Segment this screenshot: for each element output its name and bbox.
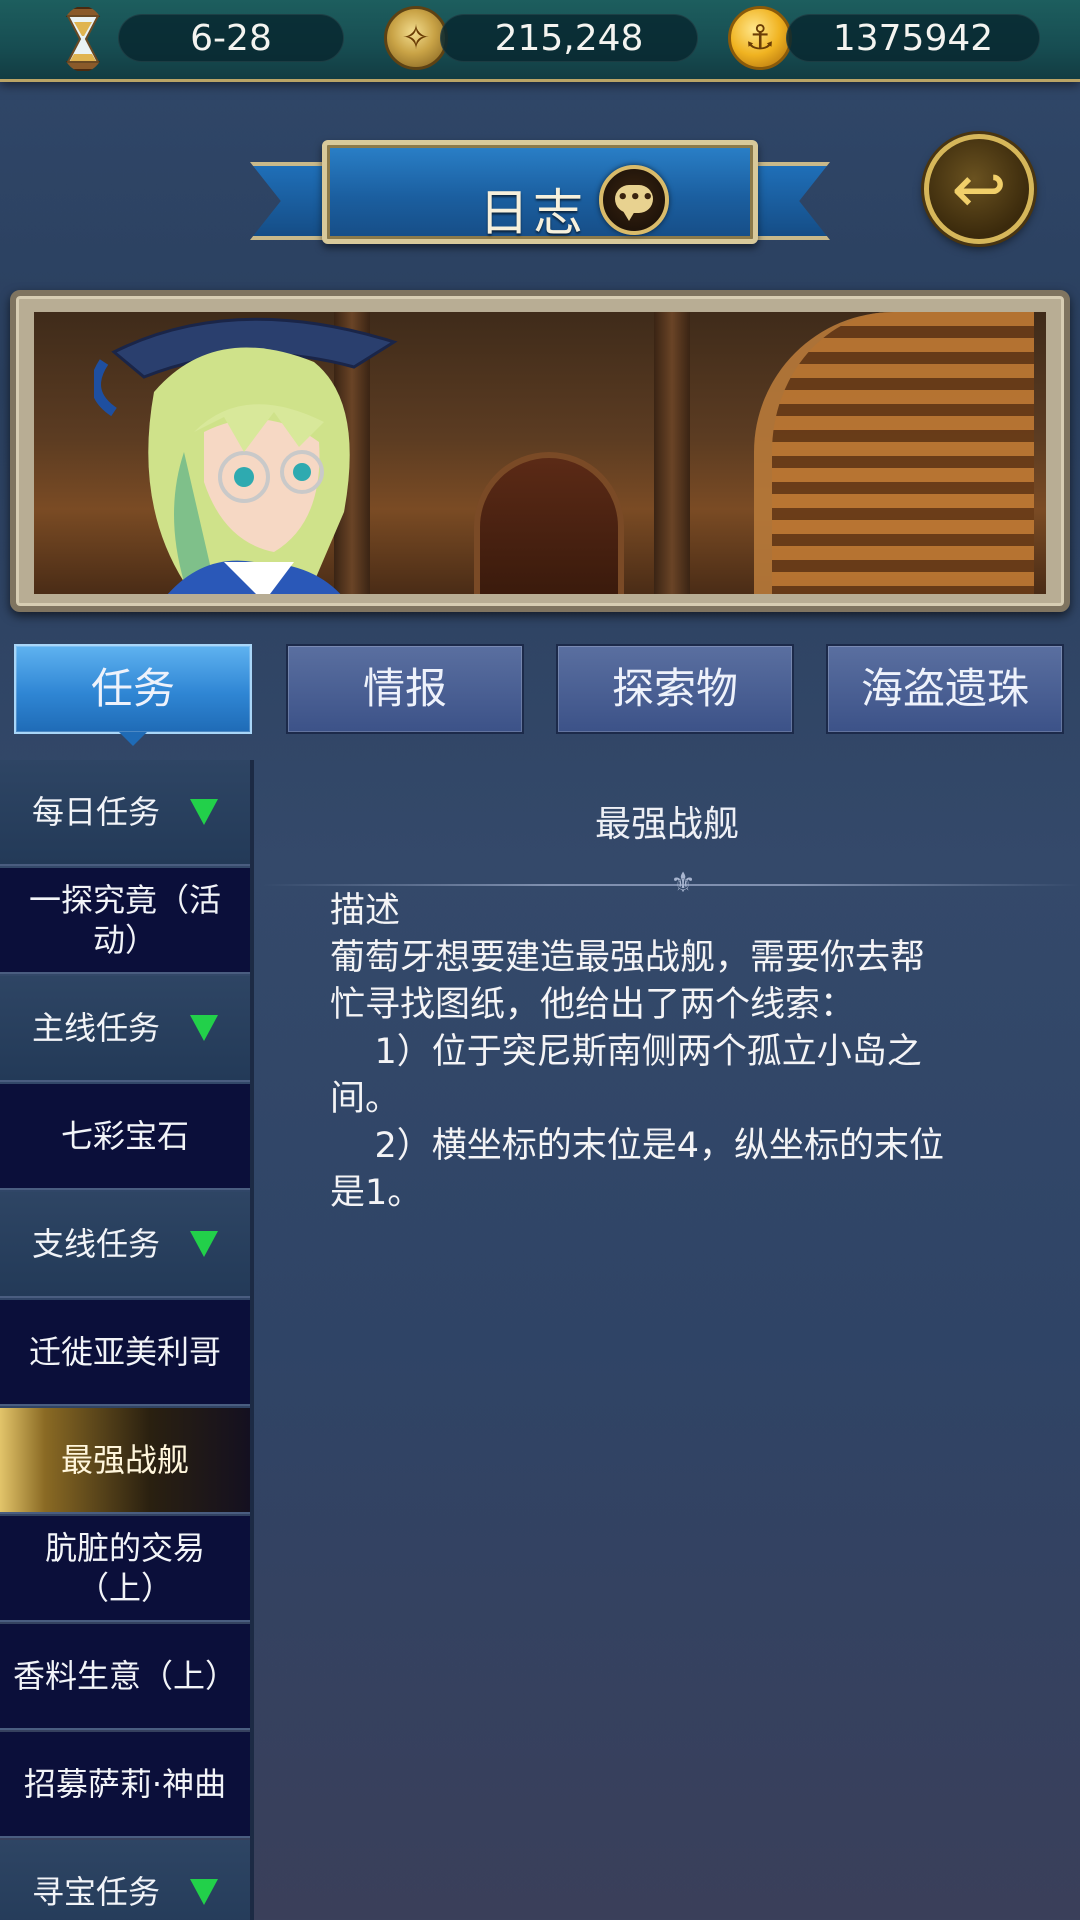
quest-label: 香料生意（上） xyxy=(12,1657,237,1695)
date-value: 6-28 xyxy=(190,18,272,59)
character-scene-frame xyxy=(10,290,1070,612)
scene-stairs xyxy=(754,312,1034,594)
description-heading: 描述 xyxy=(330,891,401,931)
quest-label: 七彩宝石 xyxy=(60,1117,189,1155)
chat-bubble-icon[interactable]: ••• xyxy=(599,165,669,235)
quest-description: 描述 葡萄牙想要建造最强战舰，需要你去帮 忙寻找图纸，他给出了两个线索： 1）位… xyxy=(330,888,1030,1217)
category-main-quests[interactable]: 主线任务 xyxy=(0,976,250,1082)
tab-intel[interactable]: 情报 xyxy=(286,644,524,734)
tab-pirate-treasures[interactable]: 海盗遗珠 xyxy=(826,644,1064,734)
tab-discoveries[interactable]: 探索物 xyxy=(556,644,794,734)
category-treasure-quests[interactable]: 寻宝任务 xyxy=(0,1840,250,1920)
quest-label: 最强战舰 xyxy=(60,1441,189,1479)
tab-intel-label: 情报 xyxy=(362,664,447,713)
category-label: 每日任务 xyxy=(31,793,160,831)
hourglass-icon xyxy=(61,7,105,71)
tab-discoveries-label: 探索物 xyxy=(611,664,738,713)
gold-value: 1375942 xyxy=(832,18,994,59)
character-scene xyxy=(34,312,1046,594)
quest-label: 肮脏的交易（上） xyxy=(44,1529,205,1607)
quest-item[interactable]: 七彩宝石 xyxy=(0,1084,250,1190)
expand-arrow-icon xyxy=(190,1879,218,1905)
tab-quests[interactable]: 任务 xyxy=(14,644,252,746)
character-portrait xyxy=(94,317,398,594)
tab-pirate-treasures-label: 海盗遗珠 xyxy=(860,664,1029,713)
category-label: 主线任务 xyxy=(31,1009,160,1047)
back-arrow-icon: ↩ xyxy=(951,150,1007,228)
description-line: 是1。 xyxy=(330,1173,423,1213)
quest-item[interactable]: 招募萨莉·神曲 xyxy=(0,1732,250,1838)
title-banner: 日志 ••• xyxy=(250,130,830,250)
expand-arrow-icon xyxy=(190,799,218,825)
category-label: 支线任务 xyxy=(31,1225,160,1263)
quest-label: 一探究竟（活动） xyxy=(28,881,221,959)
quest-list: 每日任务 一探究竟（活动） 主线任务 七彩宝石 支线任务 迁徙亚美利哥 最强战舰… xyxy=(0,760,254,1920)
quest-item[interactable]: 香料生意（上） xyxy=(0,1624,250,1730)
quest-item-selected[interactable]: 最强战舰 xyxy=(0,1408,250,1514)
anchor-coin-icon: ⚓ xyxy=(728,6,792,70)
quest-label: 招募萨莉·神曲 xyxy=(23,1765,227,1803)
banner-plate: 日志 ••• xyxy=(322,140,758,244)
tab-quests-label: 任务 xyxy=(90,664,175,713)
quest-title: 最强战舰 xyxy=(594,804,739,845)
expand-arrow-icon xyxy=(190,1231,218,1257)
category-side-quests[interactable]: 支线任务 xyxy=(0,1192,250,1298)
back-button[interactable]: ↩ xyxy=(924,134,1034,244)
expand-arrow-icon xyxy=(190,1015,218,1041)
exploration-counter: 215,248 xyxy=(440,14,698,62)
description-line: 葡萄牙想要建造最强战舰，需要你去帮 xyxy=(330,938,926,978)
description-line: 忙寻找图纸，他给出了两个线索： xyxy=(330,985,856,1025)
compass-icon: ✧ xyxy=(384,6,448,70)
gold-counter: 1375942 xyxy=(786,14,1040,62)
date-counter: 6-28 xyxy=(118,14,344,62)
quest-label: 迁徙亚美利哥 xyxy=(28,1333,221,1371)
page-title: 日志 xyxy=(479,184,587,242)
category-daily-quests[interactable]: 每日任务 xyxy=(0,760,250,866)
description-line: 1）位于突尼斯南侧两个孤立小岛之 xyxy=(330,1032,922,1072)
quest-item[interactable]: 迁徙亚美利哥 xyxy=(0,1300,250,1406)
description-line: 2）横坐标的末位是4，纵坐标的末位 xyxy=(330,1126,945,1166)
description-line: 间。 xyxy=(330,1079,401,1119)
quest-item[interactable]: 一探究竟（活动） xyxy=(0,868,250,974)
quest-item[interactable]: 肮脏的交易（上） xyxy=(0,1516,250,1622)
exploration-value: 215,248 xyxy=(494,18,644,59)
list-divider xyxy=(250,760,254,1920)
category-label: 寻宝任务 xyxy=(31,1873,160,1911)
resource-bar: 6-28 ✧ 215,248 ⚓ 1375942 xyxy=(0,0,1080,82)
scene-door xyxy=(474,452,624,594)
